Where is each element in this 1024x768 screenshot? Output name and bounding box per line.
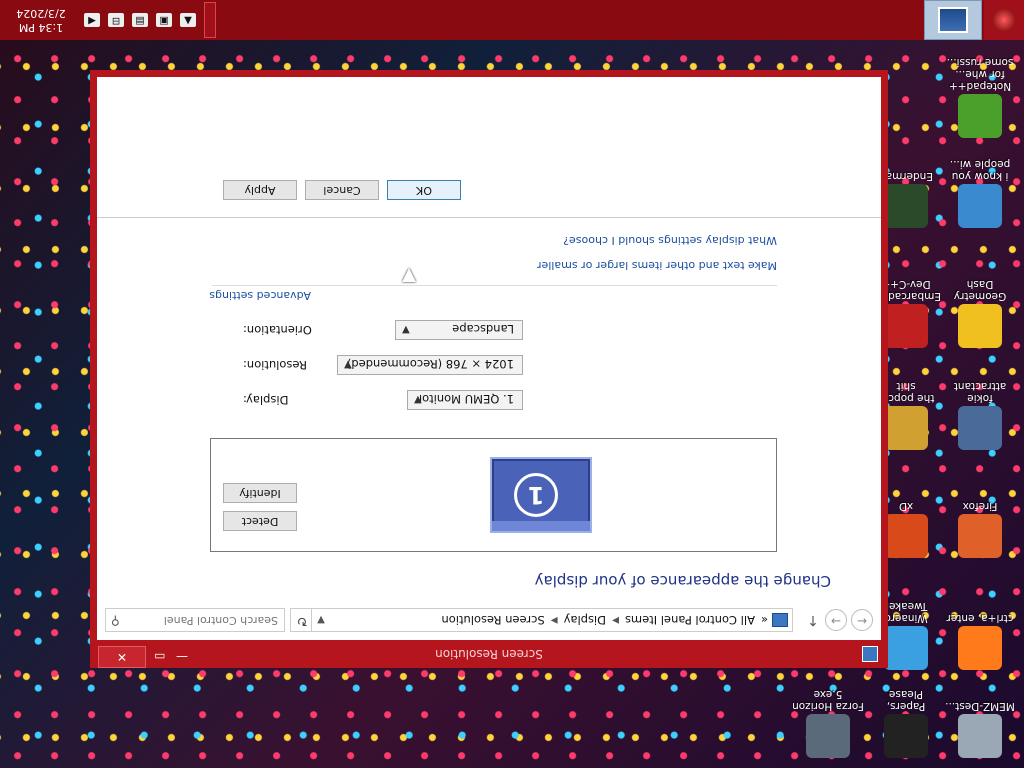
desktop-icon-label: i know you people wi... [949,158,1011,182]
maximize-button[interactable]: ▭ [154,650,165,664]
app-icon [958,304,1002,348]
close-button[interactable]: ✕ [98,646,146,668]
resolution-value: 1024 × 768 (Recommended) [346,357,514,371]
control-panel-icon [772,613,788,627]
network-icon[interactable]: ▤ [132,13,148,27]
start-orb-icon [993,9,1015,31]
volume-icon[interactable]: ◀ [84,13,100,27]
search-input[interactable] [122,611,284,631]
taskbar-control-panel[interactable] [924,0,982,40]
monitor-1[interactable]: 1 [490,457,592,533]
breadcrumb-screen-resolution[interactable]: Screen Resolution [441,613,544,627]
identify-button[interactable]: Identify [223,483,297,503]
address-bar[interactable]: « All Control Panel Items ▶ Display ▶ Sc… [311,608,793,632]
app-icon [958,714,1002,758]
clock-date: 2/3/2024 [16,7,66,20]
app-icon [958,94,1002,138]
footer-divider [97,217,881,218]
monitor-number: 1 [514,473,558,517]
detect-button[interactable]: Detect [223,511,297,531]
display-label: Display: [243,393,289,407]
desktop-icon-label: MEMZ-Dest... [945,700,1015,712]
taskbar-search[interactable] [204,2,216,38]
desktop-icon[interactable]: MEMZ-Dest... [944,700,1016,758]
display-arrangement: 1 Detect Identify [210,438,777,552]
back-button[interactable]: ← [851,609,873,631]
action-center-icon[interactable]: ▣ [156,13,172,27]
desktop-icon-label: Geometry Dash [953,278,1007,302]
desktop-icon-label: ctrl+a, enter [946,612,1014,624]
chevron-down-icon: ▼ [414,394,422,405]
desktop-icon-label: Forza Horizon 5.exe [792,688,864,712]
desktop-icon-label: Firefox [962,500,998,512]
chevron-down-icon: ▼ [344,359,352,370]
app-icon [884,406,928,450]
system-tray: ▲ ▣ ▤ ⊟ ◀ 1:34 PM 2/3/2024 [0,0,196,40]
nav-buttons: ← → ↑ [801,608,873,632]
app-icon [884,184,928,228]
mouse-cursor [402,268,416,282]
desktop-icon[interactable]: i know you people wi... [944,158,1016,228]
up-button[interactable]: ↑ [805,612,821,628]
divider [212,285,777,286]
start-button[interactable] [984,0,1024,40]
desktop-icon-label: Papers, Please [886,688,926,712]
chevron-up-icon[interactable]: ▲ [180,13,196,27]
desktop-icon[interactable]: Geometry Dash [944,278,1016,348]
monitor-title-bar [492,521,590,531]
app-icon [884,714,928,758]
apply-button[interactable]: Apply [223,180,297,200]
minimize-button[interactable]: — [176,650,188,664]
desktop-icon[interactable]: Papers, Please [870,688,942,758]
ok-button[interactable]: OK [387,180,461,200]
desktop-icon[interactable]: Notepad++ for whe... some russi... [944,56,1016,138]
chevron-down-icon[interactable]: ▼ [312,615,330,626]
desktop-icon[interactable]: Forza Horizon 5.exe [792,688,864,758]
app-icon [958,626,1002,670]
chevron-right-icon: ▶ [612,615,619,625]
cancel-button[interactable]: Cancel [305,180,379,200]
chevron-right-icon: ▶ [550,615,558,625]
app-icon [884,514,928,558]
taskbar: ▲ ▣ ▤ ⊟ ◀ 1:34 PM 2/3/2024 [0,0,1024,40]
window-title: Screen Resolution [435,647,543,661]
display-select[interactable]: 1. QEMU Monitor ▼ [407,390,523,410]
app-icon [958,406,1002,450]
resolution-select[interactable]: 1024 × 768 (Recommended) ▼ [337,355,523,375]
app-icon [958,184,1002,228]
text-size-link[interactable]: Make text and other items larger or smal… [537,259,777,272]
control-panel-icon [938,7,968,33]
breadcrumb-all-items[interactable]: All Control Panel Items [625,613,755,627]
page-title: Change the appearance of your display [534,572,831,590]
search-box[interactable]: ⚲ [105,608,285,632]
which-settings-link[interactable]: What display settings should I choose? [563,234,777,247]
breadcrumb-display[interactable]: Display [564,613,606,627]
refresh-button[interactable]: ↻ [290,608,313,632]
search-icon: ⚲ [111,614,120,628]
desktop-icon[interactable]: fokie attractant [944,380,1016,450]
desktop-icon-label: Notepad++ for whe... some russi... [946,56,1014,92]
desktop-icon[interactable]: Firefox [944,500,1016,558]
clock[interactable]: 1:34 PM 2/3/2024 [6,6,76,34]
desktop-icon-label: fokie attractant [953,380,1007,404]
resolution-label: Resolution: [243,358,307,372]
display-value: 1. QEMU Monitor [417,392,514,406]
advanced-settings-link[interactable]: Advanced settings [209,289,311,302]
chevron-down-icon: ▼ [402,324,410,335]
app-icon [806,714,850,758]
app-icon [958,514,1002,558]
forward-button[interactable]: → [825,609,847,631]
orientation-label: Orientation: [243,323,312,337]
screen-resolution-window: Screen Resolution — ▭ ✕ ← → ↑ « All Cont… [90,70,888,668]
orientation-value: Landscape [452,322,514,336]
app-icon [884,304,928,348]
window-client: ← → ↑ « All Control Panel Items ▶ Displa… [97,77,881,640]
orientation-select[interactable]: Landscape ▼ [395,320,523,340]
title-bar[interactable]: Screen Resolution — ▭ ✕ [90,640,888,668]
app-icon [884,626,928,670]
power-icon[interactable]: ⊟ [108,13,124,27]
desktop-icon[interactable]: ctrl+a, enter [944,612,1016,670]
address-prefix: « [760,613,768,627]
clock-time: 1:34 PM [18,21,64,34]
